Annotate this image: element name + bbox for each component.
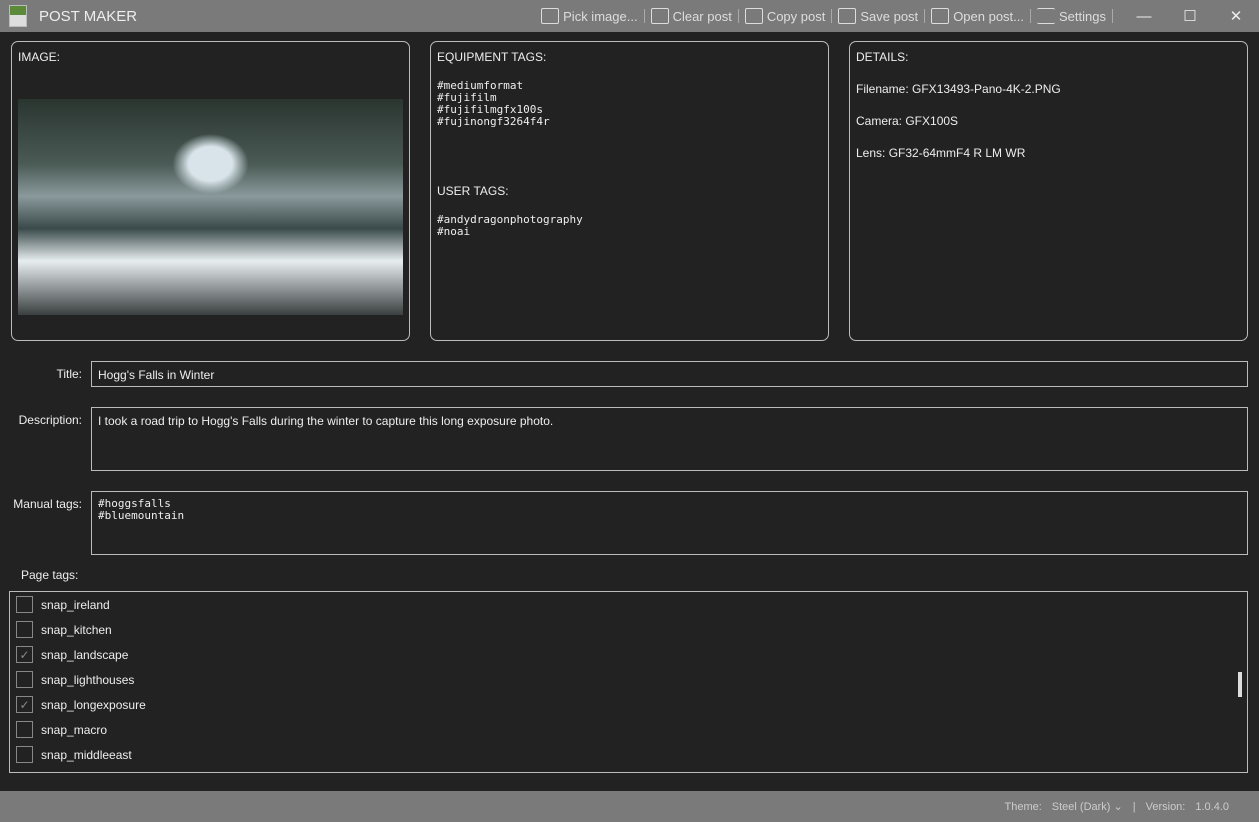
equipment-tags-panel: EQUIPMENT TAGS: #mediumformat #fujifilm … [430,41,829,341]
camera-text: Camera: GFX100S [856,114,959,128]
checkbox[interactable]: ✓ [16,696,33,713]
lens-text: Lens: GF32-64mmF4 R LM WR [856,146,1026,160]
page-tags-label: Page tags: [21,568,79,582]
save-post-label: Save post [860,8,919,24]
copy-post-label: Copy post [766,8,826,24]
page-tag-item[interactable]: snap_kitchen [10,617,1247,642]
equipment-tags-heading: EQUIPMENT TAGS: [437,50,547,64]
description-label: Description: [18,413,82,427]
details-heading: DETAILS: [856,50,909,64]
version-label: Version: [1145,800,1186,813]
maximize-button[interactable]: ☐ [1167,7,1213,25]
clear-post-label: Clear post [672,8,732,24]
open-post-button[interactable]: Open post... [925,8,1030,24]
sliders-icon [1037,8,1056,24]
page-tag-item[interactable]: snap_middleeast [10,742,1247,767]
checkbox[interactable] [16,596,33,613]
minimize-button[interactable]: — [1121,8,1167,25]
clear-post-button[interactable]: Clear post [645,8,738,24]
app-icon [9,5,27,27]
page-tag-label: snap_kitchen [41,622,112,637]
checkbox[interactable] [16,621,33,638]
chevron-down-icon: ⌄ [1113,801,1123,813]
title-bar: POST MAKER Pick image... Clear post Copy… [0,0,1259,32]
camera-icon [541,8,560,24]
image-panel: IMAGE: [11,41,410,341]
title-input[interactable]: Hogg's Falls in Winter [91,361,1248,387]
status-bar: Theme: Steel (Dark) ⌄ | Version: 1.0.4.0 [0,791,1259,822]
new-document-icon [650,8,669,24]
app-title: POST MAKER [39,7,138,25]
checkbox[interactable] [16,746,33,763]
title-label: Title: [56,367,82,381]
page-tag-item[interactable]: ✓ snap_landscape [10,642,1247,667]
details-panel: DETAILS: Filename: GFX13493-Pano-4K-2.PN… [849,41,1248,341]
page-tag-label: snap_lighthouses [41,672,135,687]
user-tags-heading: USER TAGS: [437,184,509,198]
toolbar: Pick image... Clear post Copy post Save … [535,7,1259,25]
page-tag-label: snap_middleeast [41,747,132,762]
status-separator: | [1132,800,1136,813]
filename-text: Filename: GFX13493-Pano-4K-2.PNG [856,82,1061,96]
image-panel-heading: IMAGE: [18,50,61,64]
checkbox[interactable] [16,671,33,688]
close-button[interactable]: ✕ [1213,7,1259,25]
page-tag-label: snap_longexposure [41,697,146,712]
copy-document-icon [744,8,763,24]
pick-image-button[interactable]: Pick image... [535,8,643,24]
open-post-label: Open post... [953,8,1025,24]
divider [1112,9,1113,23]
page-tag-label: snap_landscape [41,647,129,662]
save-icon [838,8,857,24]
description-input[interactable]: I took a road trip to Hogg's Falls durin… [91,407,1248,471]
page-tag-item[interactable]: snap_ireland [10,592,1247,617]
manual-tags-label: Manual tags: [13,497,82,511]
version-value: 1.0.4.0 [1195,800,1229,813]
save-post-button[interactable]: Save post [832,8,924,24]
pick-image-label: Pick image... [563,8,638,24]
settings-label: Settings [1059,8,1106,24]
settings-button[interactable]: Settings [1031,8,1112,24]
page-tag-item[interactable]: snap_lighthouses [10,667,1247,692]
copy-post-button[interactable]: Copy post [739,8,832,24]
folder-icon [931,8,950,24]
page-tag-item[interactable]: ✓ snap_longexposure [10,692,1247,717]
checkbox[interactable] [16,721,33,738]
scrollbar-thumb[interactable] [1238,672,1242,697]
manual-tags-input[interactable]: #hoggsfalls #bluemountain [91,491,1248,555]
photo-preview [18,99,403,315]
checkbox[interactable]: ✓ [16,646,33,663]
theme-value: Steel (Dark) [1051,801,1111,813]
user-tags-text: #andydragonphotography #noai [437,213,583,238]
page-tags-list[interactable]: snap_ireland snap_kitchen ✓ snap_landscapes… [9,591,1248,773]
page-tag-label: snap_macro [41,722,108,737]
page-tag-label: snap_ireland [41,597,110,612]
theme-label: Theme: [1004,800,1042,813]
equipment-tags-text: #mediumformat #fujifilm #fujifilmgfx100s… [437,79,550,128]
page-tag-item[interactable]: snap_macro [10,717,1247,742]
theme-select[interactable]: Steel (Dark) ⌄ [1052,800,1123,813]
